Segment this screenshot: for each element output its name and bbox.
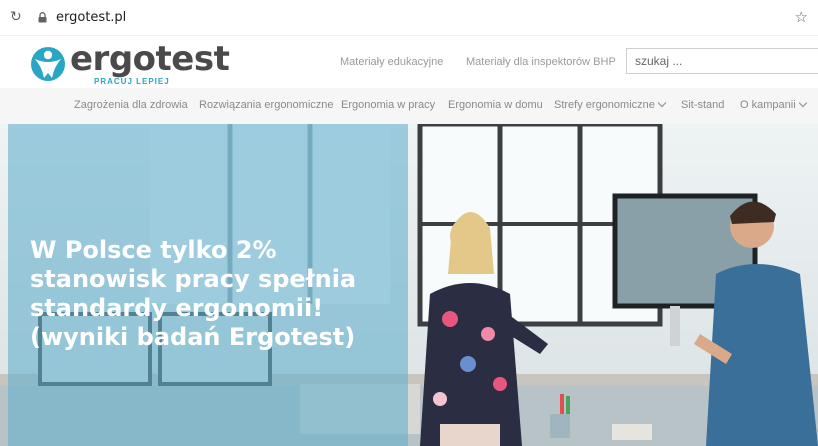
chevron-down-icon xyxy=(798,98,807,108)
top-link-bhp-inspectors[interactable]: Materiały dla inspektorów BHP xyxy=(466,56,616,68)
browser-address-bar: ↻ ergotest.pl ☆ xyxy=(0,0,818,36)
site-header: ergotest PRACUJ LEPIEJ Materiały edukacy… xyxy=(0,36,818,88)
logo-tagline: PRACUJ LEPIEJ xyxy=(94,77,170,86)
logo-wordmark: ergotest xyxy=(70,39,230,79)
nav-item-sit-stand[interactable]: Sit-stand xyxy=(681,99,724,111)
site-logo[interactable]: ergotest PRACUJ LEPIEJ xyxy=(30,39,230,86)
reload-icon[interactable]: ↻ xyxy=(10,10,24,24)
nav-item-health-risks[interactable]: Zagrożenia dla zdrowia xyxy=(74,99,188,111)
hero-title[interactable]: W Polsce tylko 2% stanowisk pracy spełni… xyxy=(30,236,400,352)
chevron-down-icon xyxy=(657,98,667,108)
nav-item-ergonomic-zones[interactable]: Strefy ergonomiczne xyxy=(554,98,667,111)
url-text[interactable]: ergotest.pl xyxy=(56,10,126,25)
main-nav: Zagrożenia dla zdrowia Rozwiązania ergon… xyxy=(0,88,818,124)
hero-banner[interactable]: W Polsce tylko 2% stanowisk pracy spełni… xyxy=(0,124,818,446)
nav-item-about-campaign[interactable]: O kampanii xyxy=(740,98,807,111)
lock-icon xyxy=(38,12,47,23)
top-link-educational[interactable]: Materiały edukacyjne xyxy=(340,56,443,68)
nav-item-work-ergonomics[interactable]: Ergonomia w pracy xyxy=(341,99,435,111)
nav-item-home-ergonomics[interactable]: Ergonomia w domu xyxy=(448,99,543,111)
nav-item-ergonomic-solutions[interactable]: Rozwiązania ergonomiczne xyxy=(199,99,334,111)
bookmark-star-icon[interactable]: ☆ xyxy=(795,8,808,26)
search-input[interactable] xyxy=(626,48,818,74)
logo-figure-icon xyxy=(31,47,65,81)
